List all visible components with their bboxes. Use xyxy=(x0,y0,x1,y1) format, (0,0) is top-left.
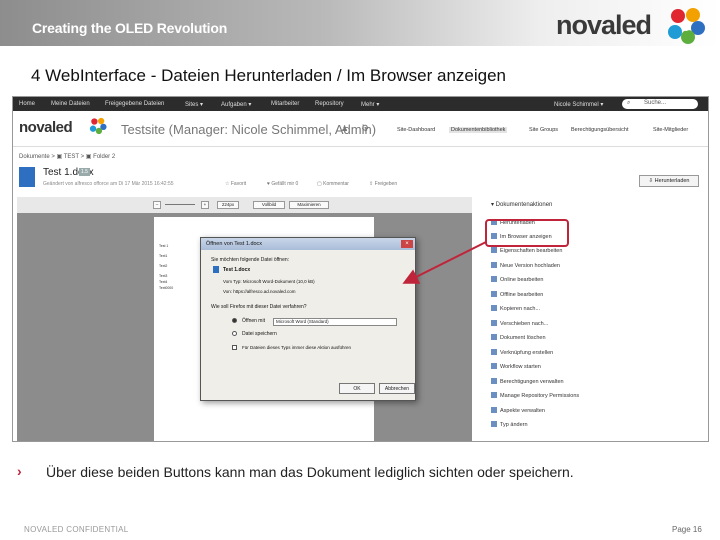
footer-page-number: Page 16 xyxy=(672,525,702,534)
bullet-chevron-icon: › xyxy=(17,463,22,479)
footer-confidential: NOVALED CONFIDENTIAL xyxy=(24,525,129,534)
annotation-arrow xyxy=(402,241,487,284)
bullet-text: Über diese beiden Buttons kann man das D… xyxy=(46,464,574,480)
